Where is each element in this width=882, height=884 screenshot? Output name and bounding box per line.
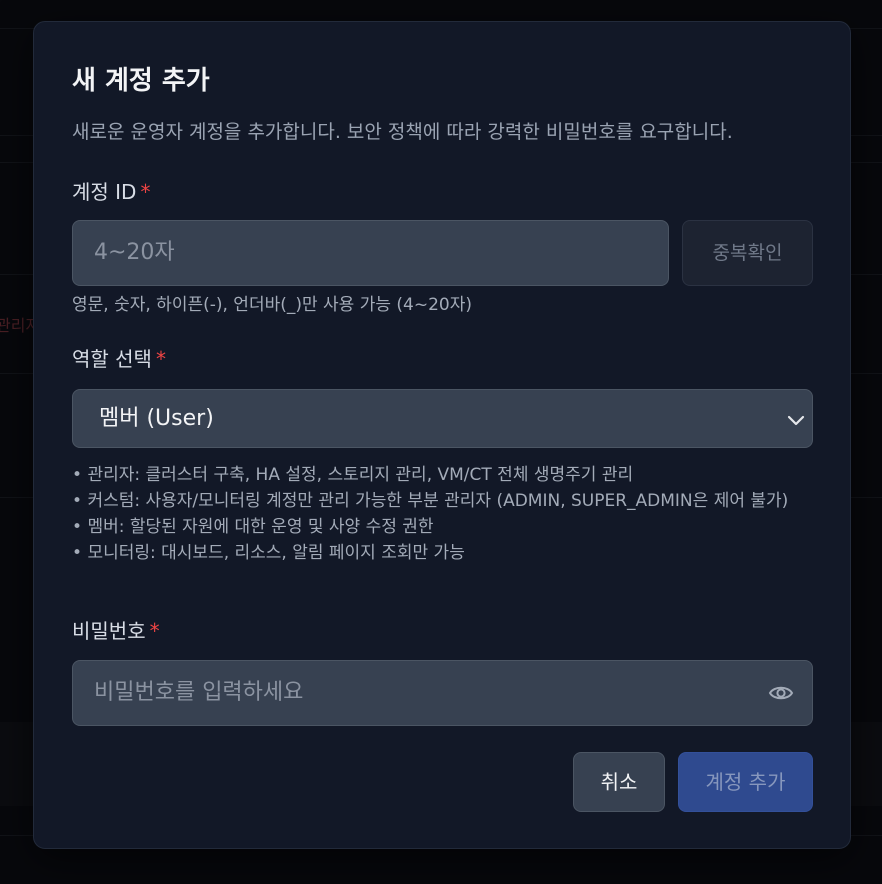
account-id-placeholder: 4~20자 — [94, 240, 175, 265]
password-label: 비밀번호 * — [72, 618, 160, 644]
role-description-item: 멤버: 할당된 자원에 대한 운영 및 사양 수정 권한 — [72, 514, 813, 540]
cancel-button[interactable]: 취소 — [573, 752, 665, 812]
role-description-item: 관리자: 클러스터 구축, HA 설정, 스토리지 관리, VM/CT 전체 생… — [72, 462, 813, 488]
required-mark: * — [149, 619, 160, 643]
add-account-button[interactable]: 계정 추가 — [678, 752, 813, 812]
eye-icon[interactable] — [768, 682, 794, 704]
duplicate-check-button[interactable]: 중복확인 — [682, 220, 813, 286]
required-mark: * — [155, 347, 166, 371]
password-placeholder: 비밀번호를 입력하세요 — [94, 680, 304, 705]
password-label-text: 비밀번호 — [72, 619, 146, 643]
add-account-dialog: 새 계정 추가 새로운 운영자 계정을 추가합니다. 보안 정책에 따라 강력한… — [33, 21, 851, 849]
role-label: 역할 선택 * — [72, 346, 166, 372]
dialog-title: 새 계정 추가 — [72, 66, 210, 96]
chevron-down-icon — [787, 415, 805, 426]
required-mark: * — [140, 180, 151, 204]
account-id-label-text: 계정 ID — [72, 180, 137, 204]
role-description-item: 모니터링: 대시보드, 리소스, 알림 페이지 조회만 가능 — [72, 540, 813, 566]
dialog-description: 새로운 운영자 계정을 추가합니다. 보안 정책에 따라 강력한 비밀번호를 요… — [72, 121, 733, 143]
role-description-list: 관리자: 클러스터 구축, HA 설정, 스토리지 관리, VM/CT 전체 생… — [72, 462, 813, 566]
role-select[interactable]: 멤버 (User) — [72, 389, 813, 448]
account-id-input[interactable]: 4~20자 — [72, 220, 669, 286]
role-selected-value: 멤버 (User) — [99, 406, 214, 431]
account-id-label: 계정 ID * — [72, 179, 150, 205]
password-input[interactable]: 비밀번호를 입력하세요 — [72, 660, 813, 726]
role-label-text: 역할 선택 — [72, 347, 152, 371]
account-id-help: 영문, 숫자, 하이픈(-), 언더바(_)만 사용 가능 (4~20자) — [72, 295, 472, 315]
role-description-item: 커스텀: 사용자/모니터링 계정만 관리 가능한 부분 관리자 (ADMIN, … — [72, 488, 813, 514]
